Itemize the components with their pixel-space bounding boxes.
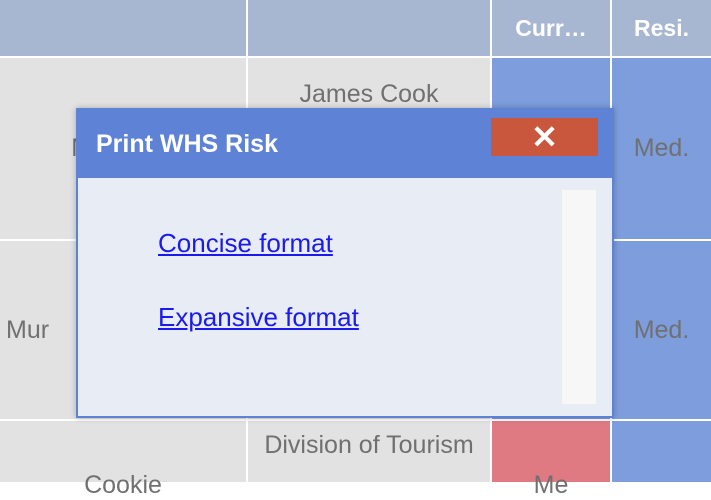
dialog-header: Print WHS Risk ✕ [78,110,612,178]
row2-residual-risk: Med. [612,241,711,419]
print-whs-risk-dialog: Print WHS Risk ✕ Concise format Expansiv… [76,108,614,418]
column-header-residual[interactable]: Resi. [612,0,711,56]
row2-cell-1-text: Mur [6,315,50,344]
dialog-scrollbar[interactable] [562,190,596,404]
header-cell-2 [248,0,490,56]
row3-cell-1-text: Cookie [84,471,162,499]
row3-cell-2: Division of Tourism [248,421,490,482]
close-button[interactable]: ✕ [491,118,598,156]
row3-residual-risk [612,421,711,482]
row1-cell-2-text: James Cook [299,80,439,108]
header-cell-1 [0,0,246,56]
column-header-current[interactable]: Curr… [492,0,610,56]
concise-format-link[interactable]: Concise format [158,228,333,259]
row3-cell-2-text: Division of Tourism [264,431,474,459]
dialog-title: Print WHS Risk [96,130,278,158]
row3-current-text: Me [533,471,569,499]
row1-residual-risk: Med. [612,58,711,239]
expansive-format-link[interactable]: Expansive format [158,302,359,333]
row3-cell-1: Cookie [0,421,246,499]
row1-residual-text: Med. [633,134,690,162]
row2-residual-text: Med. [633,315,690,344]
dialog-body: Concise format Expansive format [78,178,612,416]
close-icon: ✕ [531,119,558,155]
row3-current-risk: Me [492,421,610,499]
